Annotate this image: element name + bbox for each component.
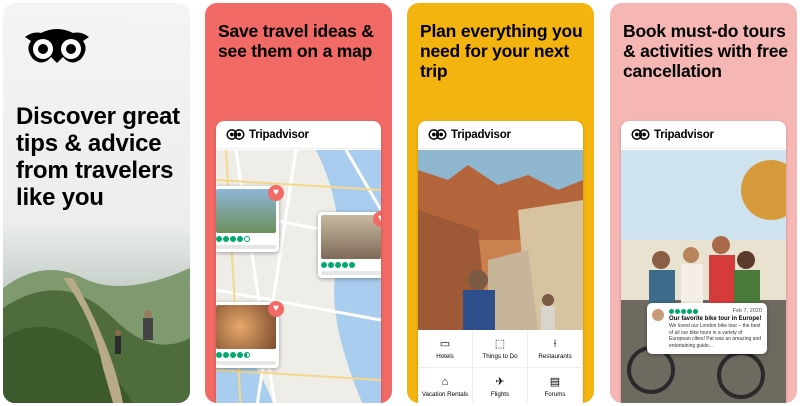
bike-tour-photo [621, 150, 786, 403]
app-header: Tripadvisor [418, 121, 583, 149]
screenshot-panel-plan: Plan everything you need for your next t… [407, 3, 594, 403]
phone-screen: Tripadvisor ▭ Hotels ⬚ Things to Do ⟊ Re… [418, 121, 583, 403]
tripadvisor-owl-icon [226, 129, 245, 140]
panel-headline: Book must-do tours & activities with fre… [623, 21, 788, 81]
rating-bubbles [216, 352, 276, 358]
screenshot-panel-book: Book must-do tours & activities with fre… [610, 3, 797, 403]
brand-name: Tripadvisor [249, 128, 309, 141]
panel-headline: Save travel ideas & see them on a map [218, 21, 374, 61]
review-card[interactable]: Feb 7, 2020 Our favorite bike tour in Eu… [647, 303, 767, 354]
place-photo: ♥ [216, 185, 284, 233]
category-grid: ▭ Hotels ⬚ Things to Do ⟊ Restaurants ⌂ … [418, 330, 583, 403]
restaurant-icon: ⟊ [553, 337, 557, 350]
rating-bubbles [216, 236, 276, 242]
nav-vacation-rentals[interactable]: ⌂ Vacation Rentals [418, 368, 473, 403]
nav-forums[interactable]: ▤ Forums [528, 368, 583, 403]
saved-place-card[interactable]: ♥ [216, 301, 284, 368]
nav-flights[interactable]: ✈ Flights [473, 368, 528, 403]
place-photo: ♥ [321, 211, 381, 259]
review-date: Feb 7, 2020 [732, 308, 762, 314]
review-title: Our favorite bike tour in Europe! [669, 316, 762, 322]
review-body: We loved our London bike tour – the best… [669, 323, 761, 349]
phone-screen: Tripadvisor ♥ ♥ ♥ [216, 121, 381, 403]
app-header: Tripadvisor [621, 121, 786, 149]
map-view[interactable]: ♥ ♥ ♥ [216, 149, 381, 403]
forums-icon: ▤ [549, 375, 561, 388]
tripadvisor-owl-icon [631, 129, 650, 140]
panel-headline: Plan everything you need for your next t… [420, 21, 583, 81]
saved-place-card[interactable]: ♥ [216, 185, 284, 252]
heart-icon[interactable]: ♥ [373, 211, 381, 227]
nav-restaurants[interactable]: ⟊ Restaurants [528, 330, 583, 368]
rating-bubbles [669, 308, 698, 314]
hotel-icon: ▭ [439, 337, 451, 350]
rating-bubbles [321, 262, 381, 268]
screenshot-panel-save: Save travel ideas & see them on a map Tr… [205, 3, 392, 403]
avatar [651, 308, 665, 322]
saved-place-card[interactable]: ♥ [318, 211, 381, 278]
plane-icon: ✈ [495, 375, 505, 388]
text-placeholder [321, 271, 381, 275]
text-placeholder [216, 245, 276, 249]
text-placeholder [216, 361, 276, 365]
home-icon: ⌂ [441, 375, 449, 388]
heart-icon[interactable]: ♥ [268, 301, 284, 317]
screenshot-panel-discover: Discover great tips & advice from travel… [3, 3, 190, 403]
old-town-photo [418, 150, 583, 330]
mountain-hikers-photo [3, 268, 190, 403]
app-header: Tripadvisor [216, 121, 381, 149]
nav-hotels[interactable]: ▭ Hotels [418, 330, 473, 368]
brand-name: Tripadvisor [451, 128, 511, 141]
tripadvisor-owl-logo [25, 29, 89, 63]
panel-headline: Discover great tips & advice from travel… [16, 103, 180, 211]
things-to-do-icon: ⬚ [494, 337, 506, 350]
brand-name: Tripadvisor [654, 128, 714, 141]
heart-icon[interactable]: ♥ [268, 185, 284, 201]
tripadvisor-owl-icon [428, 129, 447, 140]
place-photo: ♥ [216, 301, 284, 349]
nav-things-to-do[interactable]: ⬚ Things to Do [473, 330, 528, 368]
phone-screen: Tripadvisor Feb 7, 2020 Our favorite bik… [621, 121, 786, 403]
